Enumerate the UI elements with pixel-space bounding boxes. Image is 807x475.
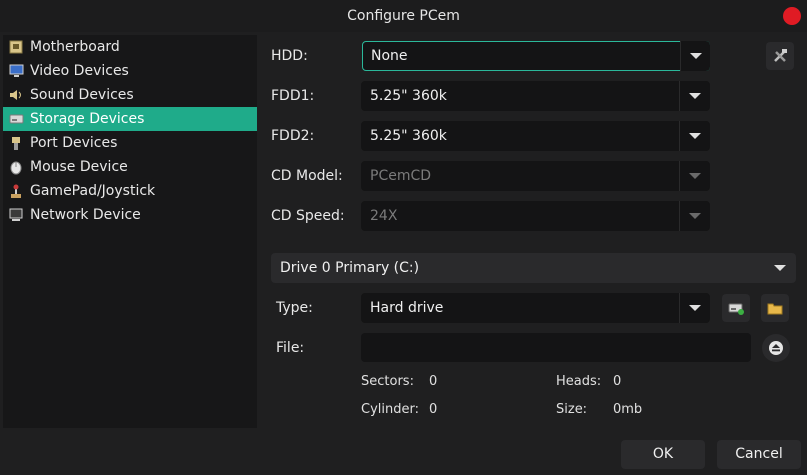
cd-speed-label: CD Speed: <box>271 208 345 224</box>
sidebar-item-label: Sound Devices <box>30 87 134 103</box>
fdd1-select[interactable]: 5.25" 360k <box>361 81 710 111</box>
speaker-icon <box>8 87 24 103</box>
drive-type-dropdown-button[interactable] <box>679 293 709 323</box>
sidebar-item-ports[interactable]: Port Devices <box>3 131 257 155</box>
drive-type-select[interactable]: Hard drive <box>361 293 710 323</box>
open-disk-button[interactable] <box>761 294 789 322</box>
category-sidebar: Motherboard Video Devices Sound Devices … <box>3 35 257 428</box>
sectors-value: 0 <box>429 374 438 389</box>
fdd2-value: 5.25" 360k <box>370 128 447 144</box>
sidebar-item-label: Network Device <box>30 207 141 223</box>
size-value: 0mb <box>613 402 643 417</box>
chevron-down-icon <box>689 53 702 59</box>
fdd1-label: FDD1: <box>271 88 315 104</box>
hdd-value: None <box>371 48 408 64</box>
new-disk-button[interactable] <box>722 294 750 322</box>
joystick-icon <box>8 183 24 199</box>
fdd1-dropdown-button[interactable] <box>679 81 709 111</box>
configure-window: Configure PCem Motherboard Video Devices… <box>0 0 807 475</box>
fdd2-select[interactable]: 5.25" 360k <box>361 121 710 151</box>
chevron-down-icon <box>688 93 701 99</box>
cylinder-value: 0 <box>429 402 438 417</box>
chevron-down-icon <box>774 265 786 271</box>
tools-icon <box>774 49 787 62</box>
chevron-down-icon <box>688 305 701 311</box>
sidebar-item-mouse[interactable]: Mouse Device <box>3 155 257 179</box>
configure-hdd-button[interactable] <box>766 42 794 70</box>
chevron-down-icon <box>688 173 701 179</box>
cd-speed-dropdown-button[interactable] <box>679 201 709 231</box>
drive-select[interactable]: Drive 0 Primary (C:) <box>271 253 796 283</box>
size-label: Size: <box>556 402 588 417</box>
sidebar-item-label: Mouse Device <box>30 159 128 175</box>
file-label: File: <box>276 340 305 356</box>
mouse-icon <box>8 159 24 175</box>
cd-model-label: CD Model: <box>271 168 343 184</box>
drive-type-value: Hard drive <box>370 300 444 316</box>
title-bar: Configure PCem <box>0 0 807 32</box>
sidebar-item-label: Motherboard <box>30 39 120 55</box>
chevron-down-icon <box>688 213 701 219</box>
folder-icon <box>767 303 783 315</box>
sidebar-item-video[interactable]: Video Devices <box>3 59 257 83</box>
drive-select-value: Drive 0 Primary (C:) <box>280 260 420 276</box>
hdd-select[interactable]: None <box>362 41 710 71</box>
sidebar-item-sound[interactable]: Sound Devices <box>3 83 257 107</box>
type-label: Type: <box>276 300 313 316</box>
window-title: Configure PCem <box>347 8 460 24</box>
new-disk-icon <box>728 303 744 315</box>
chevron-down-icon <box>688 133 701 139</box>
plug-icon <box>8 135 24 151</box>
fdd2-dropdown-button[interactable] <box>679 121 709 151</box>
motherboard-icon <box>8 39 24 55</box>
cd-speed-value: 24X <box>370 208 398 224</box>
sidebar-item-label: Port Devices <box>30 135 118 151</box>
cd-model-dropdown-button[interactable] <box>679 161 709 191</box>
heads-label: Heads: <box>556 374 602 389</box>
monitor-icon <box>8 63 24 79</box>
heads-value: 0 <box>613 374 622 389</box>
sidebar-item-gamepad[interactable]: GamePad/Joystick <box>3 179 257 203</box>
fdd2-label: FDD2: <box>271 128 315 144</box>
close-button[interactable] <box>783 7 801 25</box>
eject-icon <box>769 341 783 355</box>
eject-button[interactable] <box>762 334 790 362</box>
sidebar-item-storage[interactable]: Storage Devices <box>3 107 257 131</box>
sidebar-item-label: Video Devices <box>30 63 129 79</box>
sectors-label: Sectors: <box>361 374 414 389</box>
cd-speed-select[interactable]: 24X <box>361 201 710 231</box>
cd-model-select[interactable]: PCemCD <box>361 161 710 191</box>
sidebar-item-label: GamePad/Joystick <box>30 183 156 199</box>
cd-model-value: PCemCD <box>370 168 432 184</box>
sidebar-item-label: Storage Devices <box>30 111 145 127</box>
sidebar-item-motherboard[interactable]: Motherboard <box>3 35 257 59</box>
cancel-button[interactable]: Cancel <box>717 440 801 469</box>
hdd-dropdown-button[interactable] <box>680 41 710 71</box>
ok-button[interactable]: OK <box>621 440 705 469</box>
sidebar-item-network[interactable]: Network Device <box>3 203 257 227</box>
fdd1-value: 5.25" 360k <box>370 88 447 104</box>
hdd-label: HDD: <box>271 48 308 64</box>
cylinder-label: Cylinder: <box>361 402 419 417</box>
drive-icon <box>8 111 24 127</box>
file-path-field[interactable] <box>361 333 751 362</box>
network-icon <box>8 207 24 223</box>
